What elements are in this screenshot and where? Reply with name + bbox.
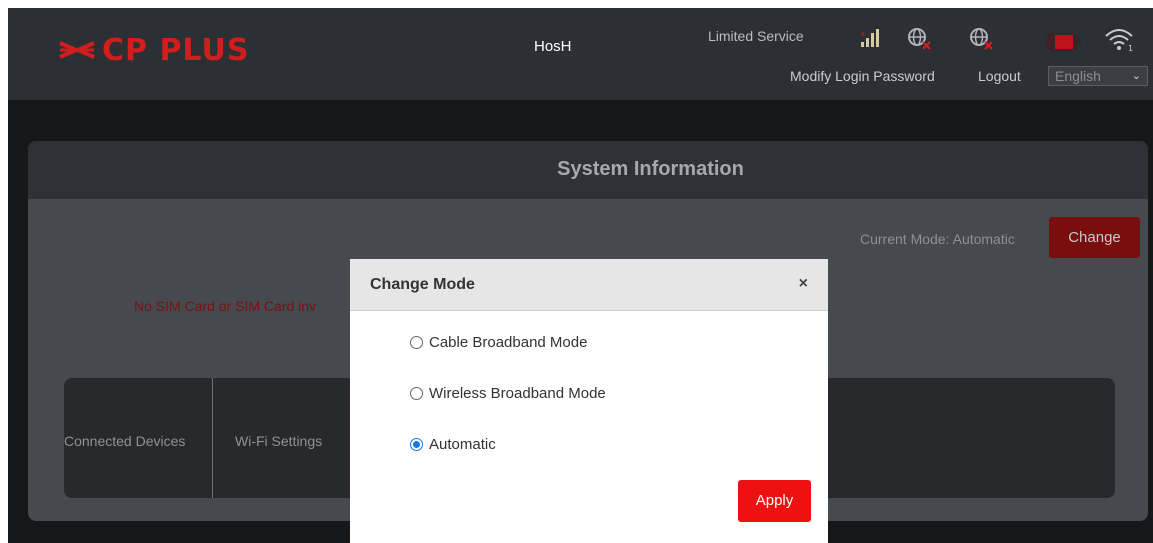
device-hostname: HosH bbox=[534, 38, 572, 55]
change-mode-dialog: Change Mode × Cable Broadband Mode Wirel… bbox=[350, 259, 828, 543]
automatic-option[interactable]: Automatic bbox=[410, 436, 496, 453]
dialog-title: Change Mode bbox=[370, 276, 475, 293]
language-value: English bbox=[1055, 68, 1101, 84]
page-title: System Information bbox=[557, 158, 744, 180]
dialog-header: Change Mode × bbox=[350, 259, 828, 311]
card-header: System Information bbox=[28, 141, 1148, 199]
option-label: Wireless Broadband Mode bbox=[429, 385, 606, 402]
app-window: CP PLUS HosH Limited Service x 1 Modify … bbox=[8, 8, 1153, 543]
wifi-icon: 1 bbox=[1105, 29, 1133, 52]
wireless-broadband-option[interactable]: Wireless Broadband Mode bbox=[410, 385, 606, 402]
option-label: Cable Broadband Mode bbox=[429, 334, 588, 351]
wifi-settings-link[interactable]: Wi-Fi Settings bbox=[235, 433, 322, 449]
signal-icon: x bbox=[861, 29, 879, 47]
close-icon[interactable]: × bbox=[799, 275, 808, 293]
globe-disconnected-icon bbox=[908, 28, 931, 50]
radio-button-selected[interactable] bbox=[410, 438, 423, 451]
service-status: Limited Service bbox=[708, 28, 804, 44]
language-select[interactable]: English ⌄ bbox=[1048, 66, 1148, 86]
logo-text: CP PLUS bbox=[102, 32, 250, 68]
globe-disconnected-icon bbox=[970, 28, 993, 50]
chevron-down-icon: ⌄ bbox=[1131, 70, 1141, 82]
modify-password-link[interactable]: Modify Login Password bbox=[790, 68, 935, 84]
option-label: Automatic bbox=[429, 436, 496, 453]
radio-button[interactable] bbox=[410, 387, 423, 400]
logout-link[interactable]: Logout bbox=[978, 68, 1021, 84]
connected-devices-link[interactable]: Connected Devices bbox=[64, 433, 185, 449]
change-mode-button[interactable]: Change bbox=[1049, 217, 1140, 258]
brand-logo: CP PLUS bbox=[56, 30, 249, 70]
radio-button[interactable] bbox=[410, 336, 423, 349]
top-header: CP PLUS HosH Limited Service x 1 Modify … bbox=[8, 8, 1153, 100]
cable-broadband-option[interactable]: Cable Broadband Mode bbox=[410, 334, 587, 351]
battery-icon bbox=[1046, 33, 1081, 51]
svg-text:x: x bbox=[861, 30, 865, 38]
cp-plus-logo-icon bbox=[59, 41, 95, 59]
sim-status-message: No SIM Card or SIM Card inv bbox=[134, 298, 317, 314]
svg-text:1: 1 bbox=[1128, 44, 1133, 52]
apply-button[interactable]: Apply bbox=[738, 480, 811, 522]
current-mode-label: Current Mode: Automatic bbox=[860, 231, 1015, 247]
divider bbox=[212, 378, 213, 498]
